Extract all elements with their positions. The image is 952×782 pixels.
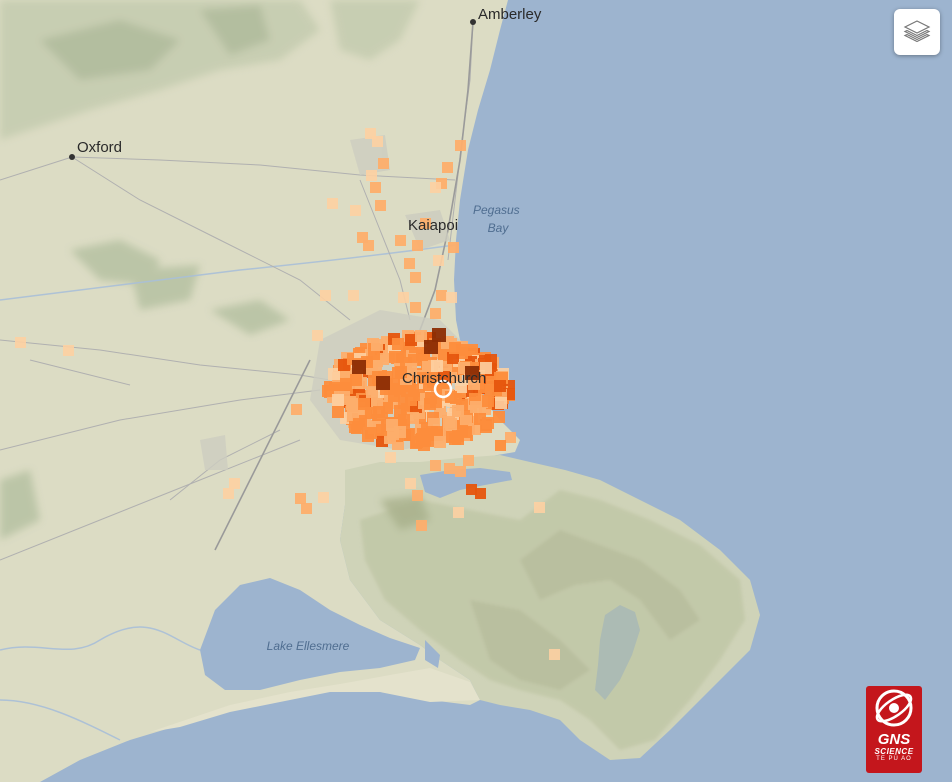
intensity-marker-light[interactable] xyxy=(452,405,464,417)
logo-emblem xyxy=(875,689,913,727)
intensity-marker-moderate[interactable] xyxy=(394,405,406,417)
lake-ellesmere-label: Lake Ellesmere xyxy=(267,639,350,653)
intensity-marker-moderate[interactable] xyxy=(460,426,472,438)
intensity-marker-very-light[interactable] xyxy=(385,452,396,463)
intensity-marker-very-light[interactable] xyxy=(453,507,464,518)
intensity-marker-moderate[interactable] xyxy=(340,378,352,390)
intensity-marker-light[interactable] xyxy=(363,240,374,251)
oxford-dot xyxy=(69,154,75,160)
layers-button[interactable] xyxy=(894,9,940,55)
intensity-marker-light[interactable] xyxy=(430,308,441,319)
intensity-marker-very-light[interactable] xyxy=(366,170,377,181)
intensity-marker-very-light[interactable] xyxy=(223,488,234,499)
intensity-marker-very-light[interactable] xyxy=(332,394,344,406)
intensity-marker-light[interactable] xyxy=(434,436,446,448)
intensity-marker-moderate[interactable] xyxy=(365,427,377,439)
intensity-marker-light[interactable] xyxy=(295,493,306,504)
intensity-marker-very-strong[interactable] xyxy=(352,360,366,374)
intensity-marker-light[interactable] xyxy=(375,200,386,211)
intensity-marker-very-light[interactable] xyxy=(229,478,240,489)
intensity-marker-moderate[interactable] xyxy=(416,433,428,445)
intensity-marker-moderate[interactable] xyxy=(493,411,505,423)
intensity-marker-light[interactable] xyxy=(410,302,421,313)
intensity-marker-very-light[interactable] xyxy=(495,397,507,409)
intensity-marker-moderate[interactable] xyxy=(332,406,344,418)
intensity-marker-light[interactable] xyxy=(371,339,383,351)
intensity-marker-very-light[interactable] xyxy=(312,330,323,341)
intensity-marker-light[interactable] xyxy=(404,258,415,269)
intensity-marker-very-light[interactable] xyxy=(350,205,361,216)
oxford-label: Oxford xyxy=(77,139,122,156)
amberley-dot xyxy=(470,19,476,25)
intensity-marker-light[interactable] xyxy=(470,401,482,413)
intensity-marker-light[interactable] xyxy=(442,162,453,173)
intensity-marker-strong[interactable] xyxy=(475,488,486,499)
christchurch-label: Christchurch xyxy=(402,370,486,387)
intensity-marker-moderate[interactable] xyxy=(482,395,494,407)
intensity-marker-very-strong[interactable] xyxy=(424,340,438,354)
intensity-marker-moderate[interactable] xyxy=(392,338,404,350)
intensity-marker-light[interactable] xyxy=(291,404,302,415)
intensity-marker-moderate[interactable] xyxy=(495,440,506,451)
intensity-marker-very-light[interactable] xyxy=(433,255,444,266)
intensity-marker-very-light[interactable] xyxy=(405,478,416,489)
intensity-marker-light[interactable] xyxy=(412,490,423,501)
intensity-marker-light[interactable] xyxy=(412,240,423,251)
intensity-marker-very-light[interactable] xyxy=(318,492,329,503)
intensity-marker-moderate[interactable] xyxy=(349,421,361,433)
gns-science-logo: GNS SCIENCE TE PŪ AO xyxy=(866,686,922,773)
intensity-marker-very-light[interactable] xyxy=(63,345,74,356)
intensity-marker-very-light[interactable] xyxy=(348,290,359,301)
intensity-marker-moderate[interactable] xyxy=(449,342,461,354)
intensity-marker-light[interactable] xyxy=(463,455,474,466)
intensity-marker-very-light[interactable] xyxy=(372,136,383,147)
intensity-marker-strong[interactable] xyxy=(494,380,506,392)
intensity-marker-very-light[interactable] xyxy=(398,292,409,303)
intensity-marker-light[interactable] xyxy=(455,466,466,477)
intensity-marker-light[interactable] xyxy=(378,158,389,169)
intensity-marker-very-strong[interactable] xyxy=(376,376,390,390)
intensity-marker-moderate[interactable] xyxy=(424,398,436,410)
intensity-marker-light[interactable] xyxy=(301,503,312,514)
intensity-marker-light[interactable] xyxy=(455,140,466,151)
intensity-marker-light[interactable] xyxy=(444,463,455,474)
intensity-marker-moderate[interactable] xyxy=(373,406,385,418)
intensity-marker-light[interactable] xyxy=(387,428,399,440)
intensity-marker-very-light[interactable] xyxy=(327,198,338,209)
intensity-marker-light[interactable] xyxy=(443,416,455,428)
intensity-marker-very-light[interactable] xyxy=(549,649,560,660)
intensity-marker-light[interactable] xyxy=(416,520,427,531)
intensity-marker-light[interactable] xyxy=(448,242,459,253)
intensity-marker-light[interactable] xyxy=(395,235,406,246)
intensity-marker-very-light[interactable] xyxy=(534,502,545,513)
intensity-marker-moderate[interactable] xyxy=(388,390,400,402)
intensity-marker-light[interactable] xyxy=(436,290,447,301)
map-canvas[interactable]: Pegasus Bay Lake Ellesmere Amberley Oxfo… xyxy=(0,0,952,782)
intensity-marker-moderate[interactable] xyxy=(449,433,461,445)
intensity-marker-moderate[interactable] xyxy=(480,421,492,433)
intensity-marker-moderate[interactable] xyxy=(389,351,401,363)
intensity-marker-very-light[interactable] xyxy=(446,292,457,303)
layers-icon xyxy=(903,16,931,49)
intensity-marker-light[interactable] xyxy=(505,432,516,443)
intensity-marker-very-strong[interactable] xyxy=(432,328,446,342)
kaiapoi-label: Kaiapoi xyxy=(408,217,458,234)
intensity-marker-very-light[interactable] xyxy=(430,182,441,193)
intensity-marker-very-light[interactable] xyxy=(15,337,26,348)
intensity-marker-light[interactable] xyxy=(370,182,381,193)
intensity-marker-moderate[interactable] xyxy=(358,398,370,410)
intensity-marker-very-light[interactable] xyxy=(320,290,331,301)
amberley-label: Amberley xyxy=(478,6,542,23)
intensity-marker-light[interactable] xyxy=(410,272,421,283)
intensity-marker-light[interactable] xyxy=(430,460,441,471)
